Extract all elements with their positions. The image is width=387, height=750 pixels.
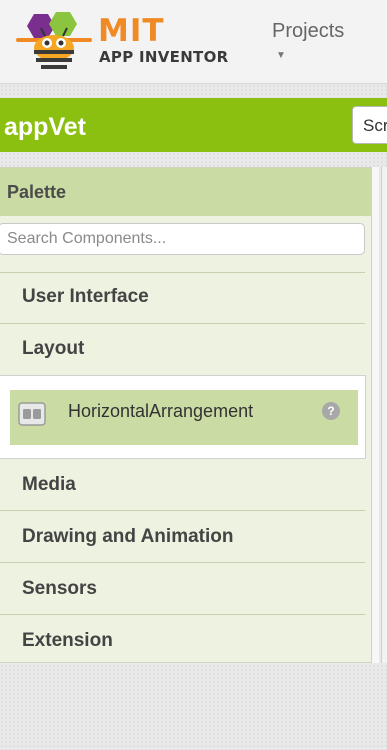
- component-horizontal-arrangement[interactable]: HorizontalArrangement ?: [10, 390, 358, 445]
- category-label: Extension: [22, 630, 113, 651]
- help-icon[interactable]: ?: [322, 402, 340, 420]
- app-inventor-logo-icon[interactable]: [14, 10, 94, 76]
- viewer-panel-edge: [381, 167, 387, 663]
- search-components-input[interactable]: [0, 223, 365, 255]
- project-name: appVet: [4, 113, 86, 141]
- divider: [0, 562, 365, 563]
- category-label: Layout: [22, 338, 85, 359]
- horizontal-arrangement-icon: [18, 402, 46, 426]
- category-label: User Interface: [22, 286, 149, 307]
- chevron-down-icon[interactable]: ▼: [276, 50, 286, 61]
- category-user-interface[interactable]: User Interface: [0, 273, 365, 323]
- panel-gutter: [372, 167, 379, 663]
- palette-title: Palette: [7, 182, 67, 202]
- palette-panel: Palette User Interface Layout Horizontal…: [0, 167, 372, 663]
- divider: [0, 510, 365, 511]
- component-label: HorizontalArrangement: [68, 401, 254, 421]
- category-media[interactable]: Media: [0, 461, 365, 511]
- divider: [0, 614, 365, 615]
- brand-app-inventor: APP INVENTOR: [99, 48, 229, 66]
- category-sensors[interactable]: Sensors: [0, 565, 365, 615]
- palette-header: Palette: [0, 168, 371, 216]
- top-header: MIT APP INVENTOR Projects ▼: [0, 0, 387, 84]
- category-extension[interactable]: Extension: [0, 617, 365, 667]
- screen-selector-button[interactable]: Screen1: [352, 106, 387, 144]
- projects-menu[interactable]: Projects: [272, 20, 344, 43]
- category-drawing-and-animation[interactable]: Drawing and Animation: [0, 513, 365, 563]
- category-label: Sensors: [22, 578, 97, 599]
- category-label: Media: [22, 474, 76, 495]
- category-label: Drawing and Animation: [22, 526, 234, 547]
- divider: [0, 323, 365, 324]
- brand-mit: MIT: [98, 13, 165, 49]
- layout-drawer: HorizontalArrangement ?: [0, 375, 366, 459]
- category-layout[interactable]: Layout: [0, 325, 365, 375]
